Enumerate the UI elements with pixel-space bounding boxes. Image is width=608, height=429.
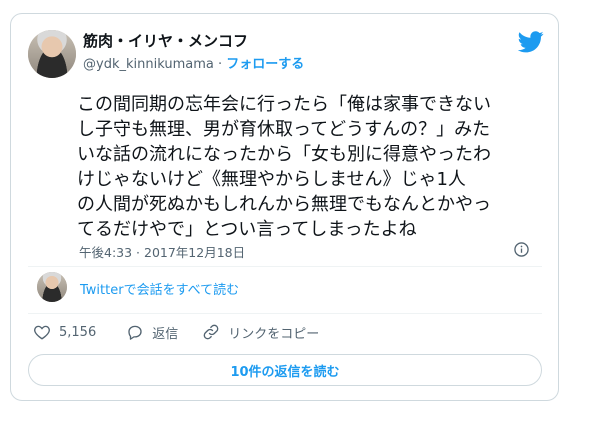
handle-separator: ·	[213, 57, 227, 72]
action-bar: 5,156 返信 リンクをコピー	[33, 322, 319, 342]
like-count: 5,156	[59, 324, 97, 340]
copy-link-button[interactable]: リンクをコピー	[202, 323, 319, 342]
info-icon[interactable]	[514, 242, 529, 257]
author-avatar[interactable]	[28, 30, 76, 78]
reply-button[interactable]: 返信	[126, 323, 178, 342]
read-conversation-link[interactable]: Twitterで会話をすべて読む	[80, 279, 239, 298]
reply-icon	[128, 325, 142, 340]
conversation-avatar[interactable]	[37, 272, 67, 302]
divider-bottom	[28, 313, 542, 314]
tweet-timestamp[interactable]: 午後4:33 · 2017年12月18日	[79, 242, 245, 261]
read-replies-label: 10件の返信を読む	[230, 364, 340, 380]
twitter-bird-icon[interactable]	[518, 31, 544, 53]
author-handle[interactable]: @ydk_kinnikumama	[83, 57, 214, 72]
follow-button[interactable]: フォローする	[226, 57, 304, 72]
divider-top	[28, 266, 542, 267]
like-button[interactable]: 5,156	[33, 323, 96, 341]
read-replies-button[interactable]: 10件の返信を読む	[28, 354, 542, 386]
reply-label: 返信	[152, 326, 179, 342]
handle-row: @ydk_kinnikumama · フォローする	[83, 53, 304, 72]
author-name[interactable]: 筋肉・イリヤ・メンコフ	[83, 30, 248, 51]
tweet-text: この間同期の忘年会に行ったら「俺は家事できない し子守も無理、男が育休取ってどう…	[77, 94, 491, 240]
copy-link-label: リンクをコピー	[228, 326, 320, 342]
heart-icon	[34, 325, 50, 340]
link-icon	[203, 324, 219, 340]
